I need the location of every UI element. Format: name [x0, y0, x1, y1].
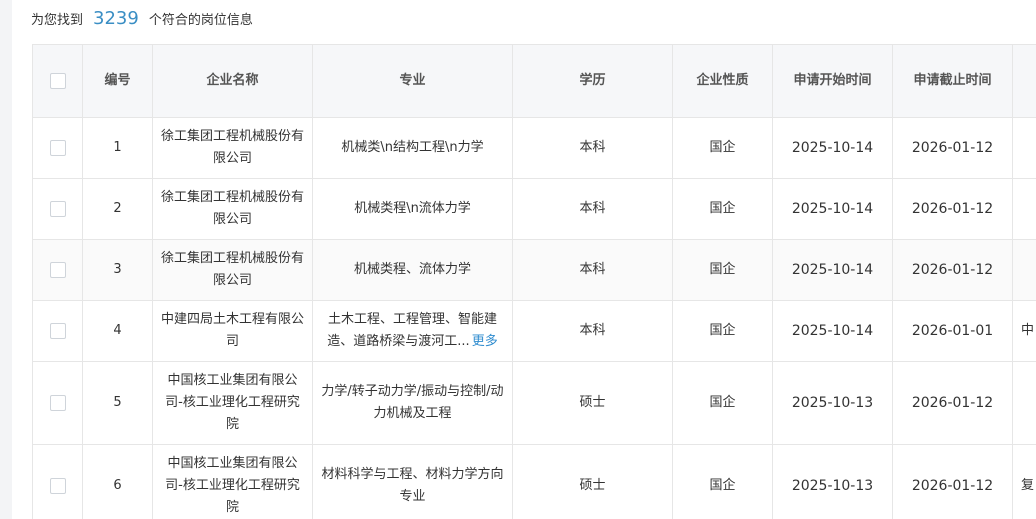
- row-start-date: 2025-10-13: [772, 361, 893, 445]
- table-row[interactable]: 1 徐工集团工程机械股份有限公司 机械类\n结构工程\n力学 本科 国企 202…: [32, 117, 1036, 179]
- row-id: 6: [82, 444, 153, 519]
- result-summary-prefix: 为您找到: [31, 13, 84, 28]
- header-id: 编号: [82, 44, 153, 118]
- row-extra: [1012, 117, 1036, 179]
- row-company[interactable]: 徐工集团工程机械股份有限公司: [152, 239, 313, 301]
- row-company[interactable]: 中国核工业集团有限公司-核工业理化工程研究院: [152, 361, 313, 445]
- row-end-date: 2026-01-12: [892, 361, 1013, 445]
- row-nature: 国企: [672, 300, 773, 362]
- job-table: 编号 企业名称 专业 学历 企业性质 申请开始时间 申请截止时间 1 徐工集团工…: [32, 44, 1036, 519]
- table-row[interactable]: 2 徐工集团工程机械股份有限公司 机械类程\n流体力学 本科 国企 2025-1…: [32, 178, 1036, 240]
- row-end-date: 2026-01-12: [892, 117, 1013, 179]
- row-start-date: 2025-10-14: [772, 239, 893, 301]
- row-checkbox[interactable]: [49, 139, 66, 156]
- row-select[interactable]: [32, 300, 83, 362]
- row-company[interactable]: 中建四局土木工程有限公司: [152, 300, 313, 362]
- row-extra: [1012, 239, 1036, 301]
- row-start-date: 2025-10-14: [772, 300, 893, 362]
- job-table-container[interactable]: 编号 企业名称 专业 学历 企业性质 申请开始时间 申请截止时间 1 徐工集团工…: [32, 44, 1036, 519]
- row-degree: 本科: [512, 239, 673, 301]
- row-degree: 本科: [512, 178, 673, 240]
- row-major: 机械类\n结构工程\n力学: [312, 117, 513, 179]
- row-start-date: 2025-10-14: [772, 178, 893, 240]
- row-nature: 国企: [672, 444, 773, 519]
- header-start-date: 申请开始时间: [772, 44, 893, 118]
- row-extra-text: 中 公: [1021, 323, 1036, 338]
- row-major-cell: 土木工程、工程管理、智能建造、道路桥梁与渡河工... 更多: [312, 300, 513, 362]
- row-select[interactable]: [32, 444, 83, 519]
- header-nature: 企业性质: [672, 44, 773, 118]
- job-results-page: 为您找到 3239 个符合的岗位信息 编号 企业名称 专业 学历 企业性质 申请…: [0, 0, 1036, 519]
- row-checkbox[interactable]: [49, 322, 66, 339]
- row-checkbox[interactable]: [49, 477, 66, 494]
- row-major: 力学/转子动力学/振动与控制/动力机械及工程: [312, 361, 513, 445]
- row-start-date: 2025-10-14: [772, 117, 893, 179]
- select-all-checkbox[interactable]: [49, 72, 66, 89]
- header-degree: 学历: [512, 44, 673, 118]
- left-sidebar-edge: [0, 0, 12, 519]
- row-major: 机械类程、流体力学: [312, 239, 513, 301]
- row-id: 3: [82, 239, 153, 301]
- row-nature: 国企: [672, 239, 773, 301]
- row-id: 1: [82, 117, 153, 179]
- row-checkbox[interactable]: [49, 394, 66, 411]
- row-extra: [1012, 361, 1036, 445]
- more-link[interactable]: 更多: [472, 334, 498, 349]
- row-end-date: 2026-01-12: [892, 239, 1013, 301]
- header-major: 专业: [312, 44, 513, 118]
- result-summary: 为您找到 3239 个符合的岗位信息: [31, 8, 253, 32]
- row-extra: [1012, 178, 1036, 240]
- row-end-date: 2026-01-12: [892, 444, 1013, 519]
- row-nature: 国企: [672, 117, 773, 179]
- row-major: 材料科学与工程、材料力学方向专业: [312, 444, 513, 519]
- row-nature: 国企: [672, 178, 773, 240]
- table-row[interactable]: 3 徐工集团工程机械股份有限公司 机械类程、流体力学 本科 国企 2025-10…: [32, 239, 1036, 301]
- row-extra: 中 公: [1012, 300, 1036, 362]
- table-row[interactable]: 4 中建四局土木工程有限公司 土木工程、工程管理、智能建造、道路桥梁与渡河工..…: [32, 300, 1036, 362]
- table-row[interactable]: 5 中国核工业集团有限公司-核工业理化工程研究院 力学/转子动力学/振动与控制/…: [32, 361, 1036, 445]
- header-extra: [1012, 44, 1036, 118]
- row-company[interactable]: 徐工集团工程机械股份有限公司: [152, 117, 313, 179]
- row-degree: 硕士: [512, 444, 673, 519]
- result-count: 3239: [93, 8, 139, 29]
- header-end-date: 申请截止时间: [892, 44, 1013, 118]
- header-company: 企业名称: [152, 44, 313, 118]
- row-company[interactable]: 中国核工业集团有限公司-核工业理化工程研究院: [152, 444, 313, 519]
- row-degree: 本科: [512, 117, 673, 179]
- row-end-date: 2026-01-01: [892, 300, 1013, 362]
- row-select[interactable]: [32, 361, 83, 445]
- row-nature: 国企: [672, 361, 773, 445]
- row-select[interactable]: [32, 239, 83, 301]
- row-degree: 硕士: [512, 361, 673, 445]
- row-extra-text: 复: [1021, 478, 1035, 493]
- header-select-all[interactable]: [32, 44, 83, 118]
- row-degree: 本科: [512, 300, 673, 362]
- row-major: 机械类程\n流体力学: [312, 178, 513, 240]
- result-summary-suffix: 个符合的岗位信息: [148, 13, 253, 28]
- row-select[interactable]: [32, 117, 83, 179]
- row-checkbox[interactable]: [49, 200, 66, 217]
- row-start-date: 2025-10-13: [772, 444, 893, 519]
- row-end-date: 2026-01-12: [892, 178, 1013, 240]
- row-company[interactable]: 徐工集团工程机械股份有限公司: [152, 178, 313, 240]
- row-extra: 复: [1012, 444, 1036, 519]
- table-header-row: 编号 企业名称 专业 学历 企业性质 申请开始时间 申请截止时间: [32, 44, 1036, 118]
- table-row[interactable]: 6 中国核工业集团有限公司-核工业理化工程研究院 材料科学与工程、材料力学方向专…: [32, 444, 1036, 519]
- row-id: 2: [82, 178, 153, 240]
- row-id: 4: [82, 300, 153, 362]
- row-id: 5: [82, 361, 153, 445]
- row-checkbox[interactable]: [49, 261, 66, 278]
- row-select[interactable]: [32, 178, 83, 240]
